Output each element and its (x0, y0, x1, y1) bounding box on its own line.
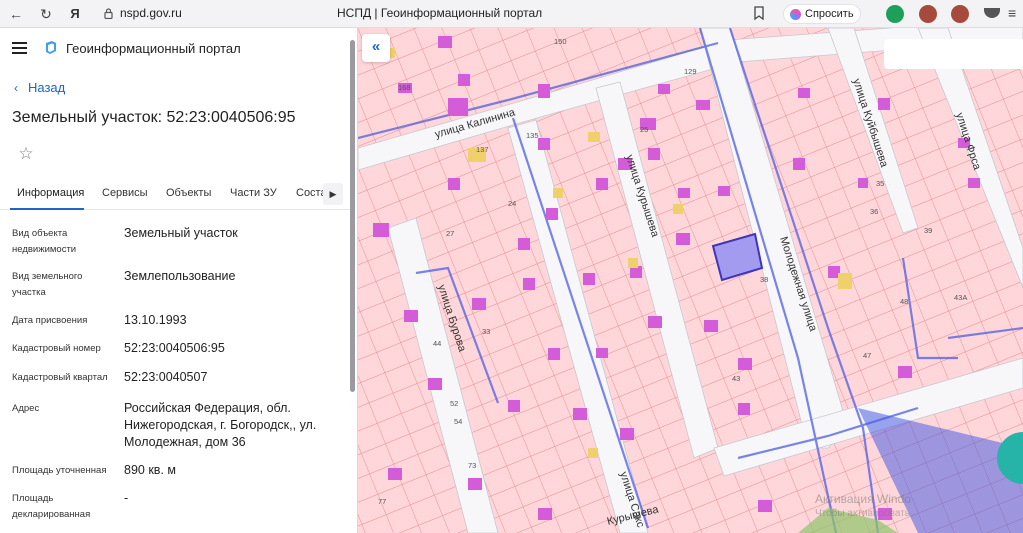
field-value: Земельный участок (124, 226, 238, 240)
tab-services[interactable]: Сервисы (102, 187, 148, 199)
back-button-label: Назад (28, 80, 66, 95)
browser-tab-title: НСПД | Геоинформационный портал (337, 6, 543, 20)
info-sidebar: Геоинформационный портал ‹ Назад Земельн… (0, 28, 358, 533)
field-label: Площадь уточненная (12, 465, 107, 476)
windows-activation-subtext: Чтобы активировать (815, 508, 910, 519)
plot-number: 33 (482, 327, 490, 336)
plot-number: 137 (476, 145, 489, 154)
object-title: Земельный участок: 52:23:0040506:95 (12, 109, 296, 126)
plot-number: 73 (468, 461, 476, 470)
extension-cap-icon[interactable] (984, 8, 1000, 18)
map-search-panel[interactable] (884, 39, 1023, 69)
plot-number: 35 (876, 179, 884, 188)
portal-logo-icon (46, 41, 56, 54)
plot-number: 47 (863, 351, 871, 360)
favorite-star-icon[interactable]: ☆ (12, 140, 40, 168)
plot-number: 150 (554, 37, 567, 46)
portal-name: Геоинформационный портал (66, 41, 241, 56)
field-label: Дата присвоения (12, 315, 88, 326)
plot-number: 54 (454, 417, 462, 426)
field-value: Российская Федерация, обл. Нижегородская… (124, 401, 317, 449)
ask-alice-button[interactable]: Спросить (783, 4, 861, 24)
plot-number: 44 (433, 339, 441, 348)
lock-icon (104, 8, 113, 19)
field-value: 13.10.1993 (124, 313, 187, 327)
back-button[interactable]: ‹ Назад (14, 80, 65, 95)
extension-shield-icon[interactable] (886, 5, 904, 23)
tab-objects[interactable]: Объекты (166, 187, 211, 199)
yandex-logo-icon[interactable]: Я (66, 5, 84, 23)
reload-icon[interactable]: ↻ (36, 4, 56, 24)
field-label: Кадастровый квартал (12, 372, 108, 383)
plot-number: 27 (446, 229, 454, 238)
alice-icon (790, 8, 801, 20)
plot-number: 48 (900, 297, 908, 306)
field-value: 52:23:0040507 (124, 370, 208, 384)
sidebar-scrollbar[interactable] (350, 40, 355, 392)
info-tabs: Информация Сервисы Объекты Части ЗУ Сост… (0, 180, 350, 210)
tabs-next-arrow-icon[interactable]: ▶ (323, 183, 343, 205)
tab-information[interactable]: Информация (17, 187, 84, 199)
map-canvas[interactable]: улица Калинина улица Курышева Молодежная… (358, 28, 1023, 533)
plot-number: 36 (870, 207, 878, 216)
extension-bug-icon-2[interactable] (951, 5, 969, 23)
active-tab-indicator (10, 208, 84, 210)
plot-number: 39 (924, 226, 932, 235)
bookmark-icon[interactable] (753, 6, 765, 21)
plot-number: 38 (760, 275, 768, 284)
plot-number: 43А (954, 293, 967, 302)
field-label: Площадь декларированная (12, 493, 91, 520)
field-label: Адрес (12, 403, 40, 414)
hamburger-menu-icon[interactable] (12, 42, 27, 54)
plot-number: 129 (684, 67, 697, 76)
plot-number: 135 (526, 131, 539, 140)
plot-number: 24 (508, 199, 516, 208)
address-bar[interactable]: nspd.gov.ru (120, 6, 182, 20)
field-label: Вид земельного участка (12, 271, 83, 298)
plot-number: 52 (450, 399, 458, 408)
extension-bug-icon[interactable] (919, 5, 937, 23)
plot-number: 43 (732, 374, 740, 383)
tab-composition[interactable]: Соста (296, 187, 327, 199)
browser-menu-icon[interactable]: ≡ (1008, 5, 1016, 21)
plot-number: 77 (378, 497, 386, 506)
plot-number: 25 (640, 125, 648, 134)
chevron-left-icon: ‹ (14, 80, 18, 95)
cadastral-map[interactable]: улица Калинина улица Курышева Молодежная… (358, 28, 1023, 533)
plot-number: 168 (398, 83, 411, 92)
field-value: Землепользование (124, 269, 236, 283)
field-value: 890 кв. м (124, 463, 176, 477)
back-arrow-icon[interactable]: ← (6, 4, 26, 24)
ask-button-label: Спросить (805, 8, 854, 20)
windows-activation-watermark: Активация Windo (815, 492, 911, 506)
browser-toolbar: ← ↻ Я nspd.gov.ru НСПД | Геоинформационн… (0, 0, 1023, 28)
tab-parts[interactable]: Части ЗУ (230, 187, 277, 199)
field-label: Кадастровый номер (12, 343, 101, 354)
field-value: 52:23:0040506:95 (124, 341, 225, 355)
field-label: Вид объекта недвижимости (12, 228, 77, 255)
collapse-panel-icon[interactable]: « (362, 34, 390, 62)
field-value: - (124, 491, 129, 505)
